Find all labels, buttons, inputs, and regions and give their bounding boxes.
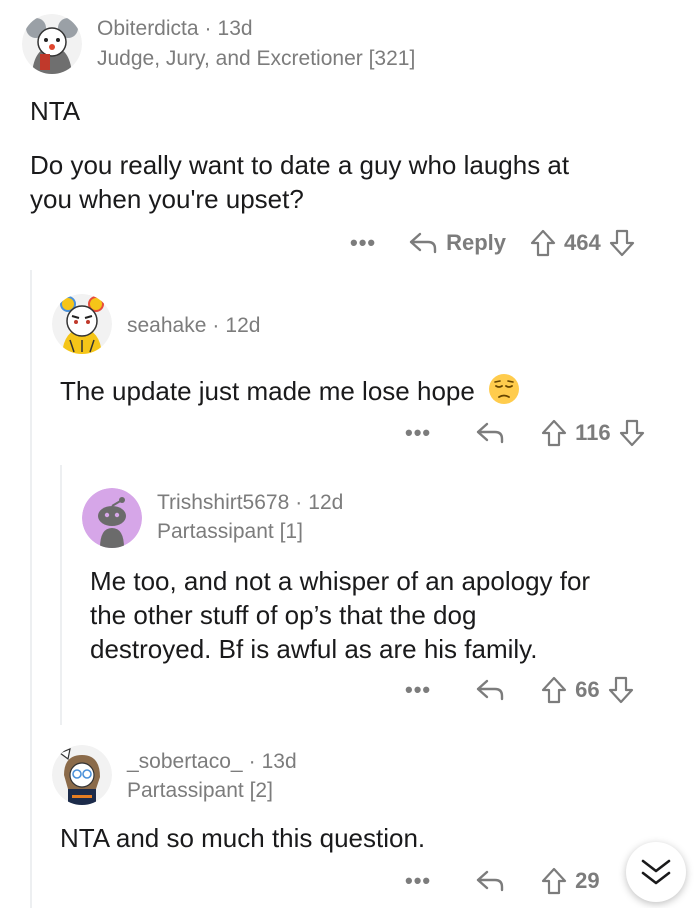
comment-line — [30, 128, 680, 148]
reply-button[interactable]: Reply — [408, 230, 506, 256]
user-flair: Partassipant [2] — [127, 779, 273, 802]
downvote-button[interactable] — [609, 229, 635, 257]
reply-label: Reply — [446, 230, 507, 255]
comment-actions: ••• 116 — [405, 415, 645, 451]
reply-arrow-icon — [476, 870, 504, 892]
more-options-button[interactable]: ••• — [405, 868, 431, 894]
avatar[interactable] — [82, 488, 142, 548]
author-line: Obiterdicta · 13d — [97, 17, 253, 41]
author-line: seahake · 12d — [127, 314, 260, 338]
avatar[interactable] — [22, 14, 82, 74]
comment-obiterdicta: Obiterdicta · 13d Judge, Jury, and Excreti… — [0, 0, 700, 270]
comment-line: you when you're upset? — [30, 184, 304, 214]
comment-line: Do you really want to date a guy who lau… — [30, 150, 570, 180]
author-line: Trishshirt5678 · 12d — [157, 491, 343, 515]
comment-text: The update just made me lose hope — [60, 375, 475, 406]
comment-body: The update just made me lose hope — [60, 373, 680, 413]
separator-dot: · — [248, 750, 256, 773]
comment-actions: ••• Reply 464 — [350, 225, 635, 261]
downvote-button[interactable] — [608, 676, 634, 704]
reply-button[interactable] — [475, 678, 505, 702]
comment-body: NTA Do you really want to date a guy who… — [30, 94, 680, 216]
comment-line: the other stuff of op’s that the dog — [90, 600, 477, 630]
more-options-button[interactable]: ••• — [405, 420, 431, 446]
more-options-button[interactable]: ••• — [350, 230, 376, 256]
more-options-button[interactable]: ••• — [405, 677, 431, 703]
vote-score: 29 — [575, 868, 600, 893]
vote-score: 116 — [575, 420, 611, 445]
comment-age: 12d — [308, 491, 344, 514]
comment-age: 13d — [217, 17, 253, 40]
reply-arrow-icon — [409, 232, 437, 254]
downvote-button[interactable] — [619, 419, 645, 447]
author-name[interactable]: Obiterdicta — [97, 17, 199, 40]
author-name[interactable]: _sobertaco_ — [127, 750, 243, 773]
reply-button[interactable] — [475, 869, 505, 893]
chevron-double-down-icon — [641, 859, 671, 885]
author-line: _sobertaco_ · 13d — [127, 750, 297, 774]
upvote-button[interactable] — [541, 676, 567, 704]
comment-actions: ••• 29 — [405, 863, 608, 899]
downvote-arrow-icon — [608, 676, 633, 704]
reply-arrow-icon — [476, 422, 504, 444]
separator-dot: · — [295, 491, 303, 514]
comment-seahake: seahake · 12d The update just made me lose… — [0, 270, 700, 465]
comment-body: NTA and so much this question. — [60, 821, 680, 855]
reply-arrow-icon — [476, 679, 504, 701]
comment-line: Me too, and not a whisper of an apology … — [90, 566, 591, 596]
upvote-button[interactable] — [541, 419, 567, 447]
reply-button[interactable] — [475, 421, 505, 445]
comment-sobertaco: _sobertaco_ · 13d Partassipant [2] NTA and… — [0, 725, 700, 908]
comment-line: destroyed. Bf is awful as are his family… — [90, 634, 538, 664]
upvote-arrow-icon — [542, 419, 567, 447]
avatar[interactable] — [52, 745, 112, 805]
collapse-thread-button[interactable] — [626, 842, 686, 902]
author-name[interactable]: seahake — [127, 314, 206, 337]
vote-score: 66 — [575, 677, 600, 702]
upvote-arrow-icon — [542, 867, 567, 895]
comment-line: NTA — [30, 96, 81, 126]
downvote-arrow-icon — [609, 229, 634, 257]
comment-age: 12d — [225, 314, 261, 337]
comment-body: Me too, and not a whisper of an apology … — [90, 564, 690, 666]
user-flair: Judge, Jury, and Excretioner [321] — [97, 47, 416, 70]
user-flair: Partassipant [1] — [157, 520, 303, 543]
upvote-button[interactable] — [530, 229, 556, 257]
upvote-arrow-icon — [542, 676, 567, 704]
vote-score: 464 — [564, 230, 601, 255]
upvote-arrow-icon — [530, 229, 556, 257]
comment-trishshirt5678: Trishshirt5678 · 12d Partassipant [1] Me t… — [0, 465, 700, 725]
comment-age: 13d — [261, 750, 297, 773]
upvote-button[interactable] — [541, 867, 567, 895]
author-name[interactable]: Trishshirt5678 — [157, 491, 289, 514]
comment-text: NTA and so much this question. — [60, 823, 426, 853]
pensive-emoji — [488, 373, 520, 413]
separator-dot: · — [204, 17, 212, 40]
avatar[interactable] — [52, 294, 112, 354]
comment-actions: ••• 66 — [405, 672, 634, 708]
separator-dot: · — [212, 314, 220, 337]
downvote-arrow-icon — [619, 419, 644, 447]
